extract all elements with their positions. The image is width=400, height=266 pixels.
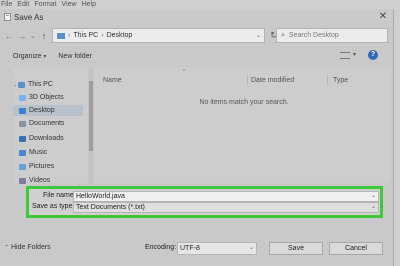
forward-arrow-icon[interactable]: → [17,31,27,41]
breadcrumb-this-pc[interactable]: This PC [73,32,98,39]
encoding-label: Encoding: [145,244,177,251]
encoding-value: UTF-8 [180,245,200,252]
save-options-highlight: File name: HelloWorld.java ⌄ Save as typ… [26,186,383,218]
browse-pane: ⌄ This PC 3D Objects Desktop Documents D… [13,67,391,186]
computer-icon [18,81,25,88]
dialog-footer: ⌃ Hide Folders Encoding: UTF-8 ⌄ Save Ca… [0,241,393,257]
menu-help[interactable]: Help [82,0,96,9]
tree-label-3d-objects: 3D Objects [29,94,64,101]
notepad-icon [4,13,11,21]
back-arrow-icon[interactable]: ← [4,31,14,41]
encoding-dropdown-icon[interactable]: ⌄ [249,243,254,254]
tree-item-3d-objects[interactable]: 3D Objects [13,92,83,103]
file-name-value: HelloWorld.java [76,193,125,200]
videos-icon [19,177,26,184]
help-icon[interactable]: ? [368,50,378,60]
tree-label-music: Music [29,149,48,156]
folder-location-icon [57,32,65,39]
cancel-button[interactable]: Cancel [329,242,383,255]
menu-bar: File Edit Format View Help [0,0,400,9]
save-as-type-dropdown-icon[interactable]: ⌄ [371,203,376,212]
tree-label-videos: Videos [29,177,51,184]
music-icon [19,149,26,156]
navigation-tree: ⌄ This PC 3D Objects Desktop Documents D… [13,67,83,186]
file-name-dropdown-icon[interactable]: ⌄ [371,192,376,201]
tree-item-documents[interactable]: Documents [13,118,83,129]
encoding-select[interactable]: UTF-8 ⌄ [177,242,257,255]
save-as-type-select[interactable]: Text Documents (*.txt) ⌄ [73,202,379,213]
column-divider[interactable] [327,75,328,85]
column-name[interactable]: Name [103,77,122,84]
dropdown-arrow-icon: ▾ [43,53,47,60]
hide-folders-label: Hide Folders [10,244,51,251]
tree-label-desktop: Desktop [29,107,55,114]
menu-file[interactable]: File [1,0,12,9]
menu-format[interactable]: Format [34,0,56,9]
recent-locations-icon[interactable]: ⌄ [28,32,38,40]
menu-edit[interactable]: Edit [17,0,29,9]
save-button[interactable]: Save [269,242,323,255]
address-bar[interactable]: › This PC › Desktop ⌄ [52,28,265,43]
new-folder-button[interactable]: New folder [58,53,91,60]
column-divider[interactable] [247,75,248,85]
close-button[interactable]: ✕ [377,11,389,23]
cube-icon [19,94,26,101]
address-dropdown-icon[interactable]: ⌄ [256,32,261,39]
documents-icon [19,120,26,127]
tree-item-music[interactable]: Music [13,147,83,158]
search-placeholder: Search Desktop [288,32,339,39]
organize-label: Organize [13,52,42,60]
tree-item-pictures[interactable]: Pictures [13,161,83,172]
navigation-bar: ← → ⌄ ↑ › This PC › Desktop ⌄ ↻ ⌕ Search… [0,27,393,45]
save-as-type-label: Save as type: [32,203,75,210]
tree-scrollbar-thumb[interactable] [89,81,93,151]
menu-view[interactable]: View [62,0,77,9]
pictures-icon [19,163,26,170]
command-toolbar: Organize ▾ New folder ▾ ? [0,49,393,63]
hide-folders-toggle[interactable]: ⌃ Hide Folders [4,244,51,251]
view-options-icon[interactable] [340,52,350,59]
empty-folder-message: No items match your search. [199,99,289,106]
tree-label-pictures: Pictures [29,163,55,170]
save-as-type-value: Text Documents (*.txt) [76,204,145,211]
tree-label-this-pc: This PC [28,81,53,88]
tree-label-documents: Documents [29,120,65,127]
save-as-dialog: Save As ✕ ← → ⌄ ↑ › This PC › Desktop ⌄ … [0,9,394,266]
tree-label-downloads: Downloads [29,135,64,142]
desktop-icon [19,107,26,114]
sort-indicator-icon: ^ [183,69,186,75]
dialog-title: Save As [14,12,44,22]
tree-item-desktop[interactable]: Desktop [13,105,83,116]
view-dropdown-icon[interactable]: ▾ [353,51,356,58]
breadcrumb-separator-icon: › [101,32,104,39]
up-arrow-icon[interactable]: ↑ [39,31,49,41]
tree-item-downloads[interactable]: Downloads [13,133,83,144]
organize-button[interactable]: Organize ▾ [13,53,46,60]
search-box[interactable]: ⌕ Search Desktop [276,28,388,43]
dialog-titlebar: Save As ✕ [0,9,393,25]
tree-scrollbar[interactable] [88,67,94,183]
collapse-up-icon: ⌃ [4,245,10,251]
file-list: ^ Name Date modified Type No items match… [97,67,391,183]
tree-item-this-pc[interactable]: ⌄ This PC [13,79,83,90]
file-name-input[interactable]: HelloWorld.java ⌄ [73,191,379,202]
breadcrumb-desktop[interactable]: Desktop [107,32,133,39]
tree-item-videos[interactable]: Videos [13,175,83,186]
file-name-label: File name: [43,192,76,199]
column-type[interactable]: Type [333,77,348,84]
breadcrumb-separator-icon: › [68,32,71,39]
search-icon: ⌕ [281,31,285,39]
column-date-modified[interactable]: Date modified [251,77,294,84]
downloads-icon [19,135,26,142]
